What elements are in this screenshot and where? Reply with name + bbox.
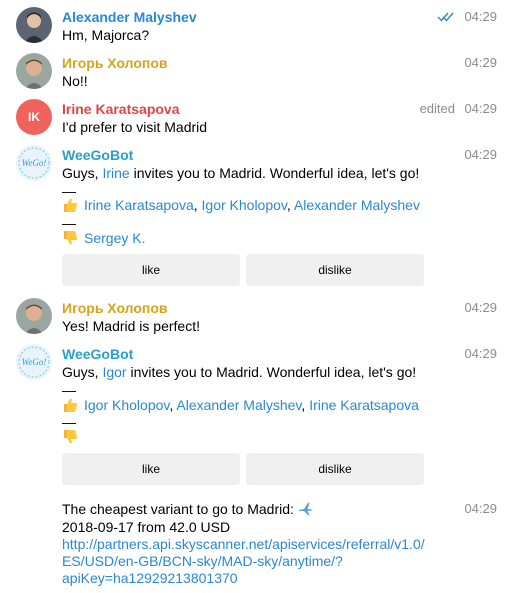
- like-user-link[interactable]: Irine Karatsapova: [309, 397, 419, 413]
- like-button[interactable]: like: [62, 453, 240, 485]
- text-prefix: Guys,: [62, 165, 103, 181]
- text-suffix: invites you to Madrid. Wonderful idea, l…: [129, 165, 420, 181]
- avatar-igor[interactable]: [16, 53, 52, 89]
- message-time: 04:29: [464, 101, 497, 116]
- message-time: 04:29: [464, 55, 497, 70]
- dislike-line: [62, 428, 84, 446]
- message-time: 04:29: [464, 147, 497, 162]
- thumbs-down-icon: [62, 429, 78, 445]
- like-user-link[interactable]: Irine Karatsapova: [84, 197, 194, 213]
- like-user-link[interactable]: Alexander Malyshev: [294, 197, 420, 213]
- avatar-alexander[interactable]: [16, 7, 52, 43]
- sender-name[interactable]: Игорь Холопов: [62, 54, 168, 72]
- like-line: Igor Kholopov, Alexander Malyshev, Irine…: [62, 396, 419, 414]
- thumbs-up-icon: [62, 397, 78, 413]
- avatar-initials: IK: [28, 110, 40, 124]
- svg-text:WeGo!: WeGo!: [22, 357, 47, 367]
- sender-name[interactable]: WeeGoBot: [62, 146, 133, 164]
- thumbs-up-icon: [62, 197, 78, 213]
- message-text: No!!: [62, 73, 88, 89]
- double-check-icon: [437, 10, 455, 28]
- message-time: 04:29: [464, 300, 497, 315]
- like-user-link[interactable]: Igor Kholopov: [202, 197, 287, 213]
- avatar-weegobot[interactable]: WeGo!: [16, 145, 52, 181]
- edited-label: edited: [419, 101, 455, 116]
- name-separator: ,: [286, 197, 294, 213]
- airplane-icon: [298, 501, 314, 521]
- message-text: Yes! Madrid is perfect!: [62, 318, 200, 334]
- dislike-button[interactable]: dislike: [246, 254, 424, 286]
- dislike-user-link[interactable]: Sergey K.: [84, 230, 145, 246]
- referral-link[interactable]: http://partners.api.skyscanner.net/apise…: [62, 535, 425, 553]
- text-suffix: invites you to Madrid. Wonderful idea, l…: [126, 364, 417, 380]
- thumbs-down-icon: [62, 230, 78, 246]
- like-line: Irine Karatsapova, Igor Kholopov, Alexan…: [62, 196, 420, 214]
- avatar-weegobot[interactable]: WeGo!: [16, 344, 52, 380]
- referral-link[interactable]: ES/USD/en-GB/BCN-sky/MAD-sky/anytime/?: [62, 552, 343, 570]
- text-prefix: Guys,: [62, 364, 103, 380]
- like-user-link[interactable]: Alexander Malyshev: [176, 397, 301, 413]
- referral-link[interactable]: apiKey=ha12929213801370: [62, 569, 238, 587]
- sender-name[interactable]: Игорь Холопов: [62, 299, 168, 317]
- sender-name[interactable]: Irine Karatsapova: [62, 100, 180, 118]
- mention-link[interactable]: Irine: [102, 165, 129, 181]
- avatar-irine[interactable]: IK: [16, 99, 52, 135]
- mention-link[interactable]: Igor: [102, 364, 126, 380]
- name-separator: ,: [193, 197, 202, 213]
- like-user-link[interactable]: Igor Kholopov: [84, 397, 169, 413]
- dislike-line: Sergey K.: [62, 229, 145, 247]
- dislike-button[interactable]: dislike: [246, 453, 424, 485]
- message-time: 04:29: [464, 9, 497, 24]
- cheapest-text: The cheapest variant to go to Madrid:: [62, 501, 294, 517]
- price-text: 2018-09-17 from 42.0 USD: [62, 519, 231, 535]
- message-time: 04:29: [464, 501, 497, 516]
- avatar-igor[interactable]: [16, 298, 52, 334]
- sender-name[interactable]: Alexander Malyshev: [62, 8, 197, 26]
- like-button[interactable]: like: [62, 254, 240, 286]
- message-time: 04:29: [464, 346, 497, 361]
- sender-name[interactable]: WeeGoBot: [62, 345, 133, 363]
- message-text: Guys, Irine invites you to Madrid. Wonde…: [62, 164, 419, 182]
- message-text: Hm, Majorca?: [62, 27, 150, 43]
- message-text: Guys, Igor invites you to Madrid. Wonder…: [62, 363, 416, 381]
- message-text: I'd prefer to visit Madrid: [62, 119, 208, 135]
- svg-text:WeGo!: WeGo!: [22, 158, 47, 168]
